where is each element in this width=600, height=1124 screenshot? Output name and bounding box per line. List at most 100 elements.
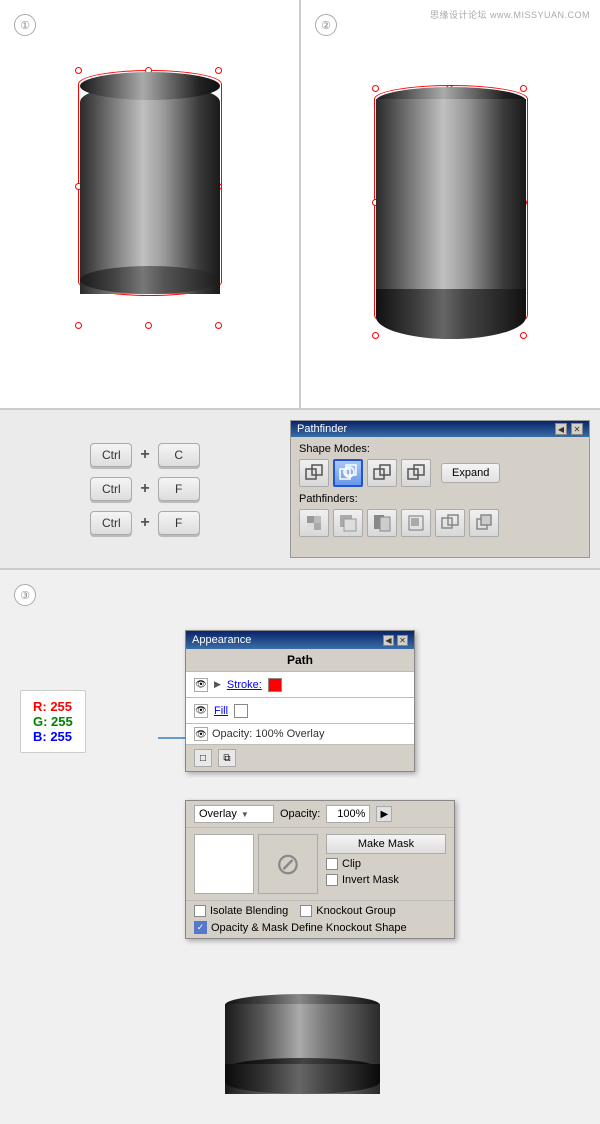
invert-mask-checkbox[interactable] [326, 874, 338, 886]
pathfinder-crop[interactable] [401, 509, 431, 537]
key-c[interactable]: C [158, 443, 200, 467]
appearance-stroke-row: 👁 ▶ Stroke: [186, 672, 414, 698]
bottom-cylinder [225, 994, 380, 1094]
step-number-1: ① [14, 14, 36, 36]
pathfinder-outline[interactable] [435, 509, 465, 537]
clip-checkbox[interactable] [326, 858, 338, 870]
opacity-mask-checkbox[interactable] [194, 921, 207, 934]
shape-mode-subtract[interactable] [333, 459, 363, 487]
pathfinder-content: Shape Modes: Expand Pathfinders: [291, 437, 589, 549]
layer-thumbnail [194, 834, 254, 894]
blend-mode-dropdown[interactable]: Overlay ▼ [194, 805, 274, 823]
invert-mask-label: Invert Mask [342, 874, 399, 886]
pathfinder-minus-back[interactable] [469, 509, 499, 537]
fill-visibility-eye[interactable]: 👁 [194, 704, 208, 718]
knockout-group-checkbox[interactable] [300, 905, 312, 917]
cylinder-2-bottom [376, 289, 526, 339]
transparency-bottom-checkboxes: Isolate Blending Knockout Group Opacity … [186, 900, 454, 938]
rgb-g-value: G: 255 [33, 714, 73, 729]
appearance-path-label: Path [186, 649, 414, 672]
thumbnail-area: ⊘ [194, 834, 318, 894]
watermark-text: 思缘设计论坛 www.MISSYUAN.COM [430, 8, 590, 21]
pathfinders-row [299, 509, 581, 537]
expand-button[interactable]: Expand [441, 463, 500, 483]
pathfinder-panel: Pathfinder ◀ ✕ Shape Modes: [290, 420, 590, 558]
handle-bot [145, 322, 152, 329]
cylinder-1-top [80, 72, 220, 100]
appearance-fill-row: 👁 Fill [186, 698, 414, 724]
shortcut-row-1: Ctrl + C [90, 443, 199, 467]
shortcut-row-2: Ctrl + F [90, 477, 199, 501]
plus-3: + [140, 514, 149, 532]
handle2-br [520, 332, 527, 339]
isolate-knockout-row: Isolate Blending Knockout Group [194, 905, 446, 917]
transparency-right-controls: Make Mask Clip Invert Mask [326, 834, 446, 894]
stroke-visibility-eye[interactable]: 👁 [194, 678, 208, 692]
isolate-blending-row: Isolate Blending [194, 905, 288, 917]
knockout-group-label: Knockout Group [316, 905, 396, 917]
key-f-2[interactable]: F [158, 511, 200, 535]
pathfinder-title: Pathfinder [297, 423, 347, 435]
plus-1: + [140, 446, 149, 464]
cylinder-1-wrap [80, 84, 220, 324]
shape-mode-add[interactable] [299, 459, 329, 487]
duplicate-item-btn[interactable]: ⧉ [218, 749, 236, 767]
invert-mask-checkbox-row: Invert Mask [326, 874, 446, 886]
knockout-group-row: Knockout Group [300, 905, 396, 917]
opacity-visibility-eye[interactable]: 👁 [194, 727, 208, 741]
cylinder-2-body [376, 99, 526, 314]
appearance-titlebar: Appearance ◀ ✕ [186, 631, 414, 649]
fill-label[interactable]: Fill [214, 705, 228, 717]
keyboard-shortcuts-panel: Ctrl + C Ctrl + F Ctrl + F [0, 410, 290, 568]
transparency-controls-row: Overlay ▼ Opacity: 100% ▶ [186, 801, 454, 828]
key-ctrl-2[interactable]: Ctrl [90, 477, 132, 501]
bottom-section: ③ R: 255 G: 255 B: 255 Appearance ◀ ✕ Pa… [0, 570, 600, 1124]
handle2-tl [372, 85, 379, 92]
key-ctrl-3[interactable]: Ctrl [90, 511, 132, 535]
step-number-3: ③ [14, 584, 36, 606]
new-art-style-btn[interactable]: □ [194, 749, 212, 767]
blend-mode-value: Overlay [199, 808, 237, 820]
step-number-2: ② [315, 14, 337, 36]
isolate-blending-checkbox[interactable] [194, 905, 206, 917]
stroke-expand-arrow[interactable]: ▶ [214, 679, 221, 690]
pathfinder-window-controls: ◀ ✕ [555, 423, 583, 435]
shape-mode-exclude[interactable] [401, 459, 431, 487]
transparency-main: ⊘ Make Mask Clip Invert Mask [186, 828, 454, 900]
key-f-1[interactable]: F [158, 477, 200, 501]
make-mask-button[interactable]: Make Mask [326, 834, 446, 854]
pathfinder-titlebar: Pathfinder ◀ ✕ [291, 421, 589, 437]
key-ctrl-1[interactable]: Ctrl [90, 443, 132, 467]
rgb-values-box: R: 255 G: 255 B: 255 [20, 690, 86, 753]
handle-bot-right [215, 322, 222, 329]
appearance-minimize[interactable]: ◀ [383, 635, 394, 646]
panel-2: 思缘设计论坛 www.MISSYUAN.COM ② [301, 0, 600, 408]
appearance-close[interactable]: ✕ [397, 635, 408, 646]
handle2-bl [372, 332, 379, 339]
appearance-panel: Appearance ◀ ✕ Path 👁 ▶ Stroke: 👁 Fill 👁… [185, 630, 415, 772]
pathfinder-minimize[interactable]: ◀ [555, 423, 567, 435]
appearance-opacity-row: 👁 Opacity: 100% Overlay [186, 724, 414, 745]
clip-label: Clip [342, 858, 361, 870]
no-mask-symbol: ⊘ [275, 847, 300, 882]
top-section: ① 思缘设计论坛 www.MISSYUAN.COM ② [0, 0, 600, 410]
stroke-label[interactable]: Stroke: [227, 679, 262, 691]
handle-bot-left [75, 322, 82, 329]
pathfinder-merge[interactable] [367, 509, 397, 537]
plus-2: + [140, 480, 149, 498]
pathfinders-label: Pathfinders: [299, 493, 581, 505]
opacity-input[interactable]: 100% [326, 805, 370, 823]
shape-mode-intersect[interactable] [367, 459, 397, 487]
handle-top-right [215, 67, 222, 74]
opacity-mask-label: Opacity & Mask Define Knockout Shape [211, 922, 407, 934]
pathfinder-divide[interactable] [299, 509, 329, 537]
pathfinder-trim[interactable] [333, 509, 363, 537]
pathfinder-close[interactable]: ✕ [571, 423, 583, 435]
fill-color-swatch[interactable] [234, 704, 248, 718]
rgb-r-value: R: 255 [33, 699, 73, 714]
appearance-bottom-bar: □ ⧉ [186, 745, 414, 771]
opacity-next-btn[interactable]: ▶ [376, 806, 392, 822]
appearance-title: Appearance [192, 634, 251, 646]
panel-1: ① [0, 0, 301, 408]
stroke-color-swatch[interactable] [268, 678, 282, 692]
